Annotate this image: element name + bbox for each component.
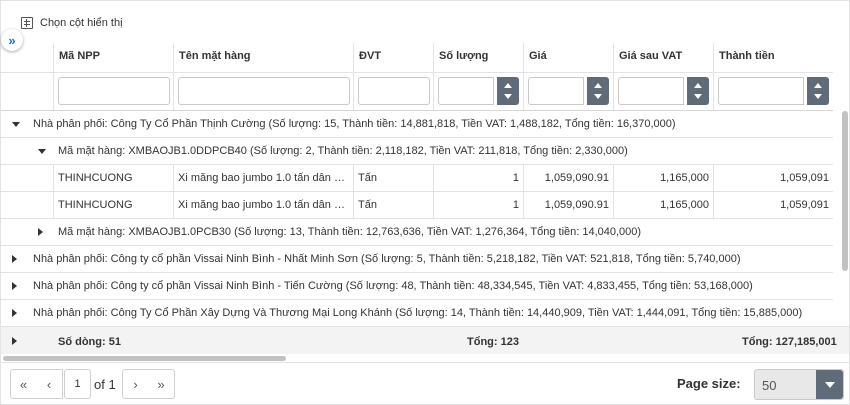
group-row[interactable]: Mã mặt hàng: XMBAOJB1.0PCB30 (Số lượng: … (1, 219, 833, 246)
cell-gia_sau_vat: 1,165,000 (613, 165, 713, 191)
filter-input-dvt[interactable] (358, 77, 430, 105)
filter-input-ma_npp[interactable] (58, 77, 170, 105)
filter-spinner-so_luong[interactable] (497, 77, 519, 105)
filter-input-thanh_tien[interactable] (718, 77, 804, 105)
collapse-icon[interactable] (12, 122, 20, 127)
group-row[interactable]: Nhà phân phối: Công Ty Cổ Phần Thịnh Cườ… (1, 111, 833, 138)
amount-total: Tổng: 127,185,001 (742, 336, 837, 348)
grid-body: Nhà phân phối: Công Ty Cổ Phần Thịnh Cườ… (1, 111, 833, 326)
group-row-label: Nhà phân phối: Công ty cổ phần Vissai Ni… (33, 253, 741, 265)
expand-icon[interactable] (38, 228, 43, 236)
chevron-down-icon[interactable] (816, 370, 843, 399)
column-header-row: Mã NPP Tên mặt hàng ĐVT Số lượng Giá Giá sau … (1, 43, 833, 73)
column-chooser-label: Chọn cột hiển thị (40, 17, 123, 29)
filter-cell-ma_npp (53, 73, 173, 110)
filter-spinner-gia_sau_vat[interactable] (687, 77, 709, 105)
column-header-ten_mat_hang[interactable]: Tên mặt hàng (173, 43, 353, 72)
filter-spinner-gia[interactable] (587, 77, 609, 105)
group-row[interactable]: Nhà phân phối: Công ty cổ phần Vissai Ni… (1, 246, 833, 273)
pager: « ‹ 1 of 1 › » Page size: 50 (1, 362, 849, 405)
page-size-select[interactable]: 50 (754, 369, 844, 400)
last-page-button[interactable]: » (148, 369, 175, 399)
vertical-scrollbar[interactable] (842, 111, 848, 271)
summary-row: Số dòng: 51 Tổng: 123 Tổng: 127,185,001 (1, 326, 849, 354)
filter-input-so_luong[interactable] (438, 77, 494, 105)
grid-toolbar: Chọn cột hiển thị (1, 1, 849, 43)
cell-gia: 1,059,090.91 (523, 165, 613, 191)
cell-ma_npp: THINHCUONG (53, 192, 173, 218)
filter-cell-gia_sau_vat (613, 73, 713, 110)
filter-cell-thanh_tien (713, 73, 833, 110)
group-row-label: Mã mặt hàng: XMBAOJB1.0PCB30 (Số lượng: … (58, 226, 642, 238)
horizontal-scrollbar[interactable] (3, 356, 286, 361)
data-grid: Chọn cột hiển thị » Mã NPP Tên mặt hàng ĐV… (0, 0, 850, 405)
filter-cell-gia (523, 73, 613, 110)
column-chooser-button[interactable]: Chọn cột hiển thị (21, 15, 123, 31)
collapse-icon[interactable] (38, 149, 46, 154)
filter-cell-dvt (353, 73, 433, 110)
table-row[interactable]: THINHCUONG Xi măng bao jumbo 1.0 tấn dân … (1, 192, 833, 219)
page-number-input[interactable]: 1 (64, 369, 91, 399)
quantity-total: Tổng: 123 (467, 336, 519, 348)
cell-ten_mat_hang: Xi măng bao jumbo 1.0 tấn dân dụng PCB40 (173, 165, 353, 191)
table-row[interactable]: THINHCUONG Xi măng bao jumbo 1.0 tấn dân … (1, 165, 833, 192)
column-header-gia_sau_vat[interactable]: Giá sau VAT (613, 43, 713, 72)
page-size-label: Page size: (677, 376, 741, 391)
cell-dvt: Tấn (353, 192, 433, 218)
group-row[interactable]: Nhà phân phối: Công ty cổ phần Vissai Ni… (1, 273, 833, 300)
column-header-gia[interactable]: Giá (523, 43, 613, 72)
cell-thanh_tien: 1,059,091 (713, 165, 833, 191)
first-page-button[interactable]: « (10, 369, 37, 399)
group-row[interactable]: Mã mặt hàng: XMBAOJB1.0DDPCB40 (Số lượng… (1, 138, 833, 165)
cell-ten_mat_hang: Xi măng bao jumbo 1.0 tấn dân dụng PCB40 (173, 192, 353, 218)
column-header-so_luong[interactable]: Số lượng (433, 43, 523, 72)
group-row-label: Nhà phân phối: Công Ty Cổ Phần Xây Dựng … (33, 307, 803, 319)
column-chooser-icon (21, 17, 33, 29)
group-row-label: Nhà phân phối: Công ty cổ phần Vissai Ni… (33, 280, 753, 292)
cell-so_luong: 1 (433, 165, 523, 191)
filter-row (1, 73, 833, 111)
filter-input-gia_sau_vat[interactable] (618, 77, 684, 105)
filter-cell-so_luong (433, 73, 523, 110)
page-size-value: 50 (762, 378, 777, 393)
cell-thanh_tien: 1,059,091 (713, 192, 833, 218)
expand-icon[interactable] (12, 282, 17, 290)
cell-dvt: Tấn (353, 165, 433, 191)
previous-page-button[interactable]: ‹ (36, 369, 63, 399)
summary-expand-icon[interactable] (12, 337, 17, 345)
column-header-dvt[interactable]: ĐVT (353, 43, 433, 72)
cell-gia_sau_vat: 1,165,000 (613, 192, 713, 218)
filter-input-gia[interactable] (528, 77, 584, 105)
filter-cell-ten_mat_hang (173, 73, 353, 110)
expand-icon[interactable] (12, 255, 17, 263)
column-header-ma_npp[interactable]: Mã NPP (53, 43, 173, 72)
group-row[interactable]: Nhà phân phối: Công Ty Cổ Phần Xây Dựng … (1, 300, 833, 326)
expand-icon[interactable] (12, 309, 17, 317)
filter-spinner-thanh_tien[interactable] (807, 77, 829, 105)
row-count-summary: Số dòng: 51 (58, 336, 121, 348)
filter-input-ten_mat_hang[interactable] (178, 77, 350, 105)
column-header-thanh_tien[interactable]: Thành tiền (713, 43, 833, 72)
cell-ma_npp: THINHCUONG (53, 165, 173, 191)
group-row-label: Mã mặt hàng: XMBAOJB1.0DDPCB40 (Số lượng… (58, 145, 628, 157)
group-row-label: Nhà phân phối: Công Ty Cổ Phần Thịnh Cườ… (33, 118, 676, 130)
cell-so_luong: 1 (433, 192, 523, 218)
page-count-label: of 1 (94, 377, 116, 392)
next-page-button[interactable]: › (122, 369, 149, 399)
cell-gia: 1,059,090.91 (523, 192, 613, 218)
expand-panel-icon[interactable]: » (1, 29, 23, 51)
